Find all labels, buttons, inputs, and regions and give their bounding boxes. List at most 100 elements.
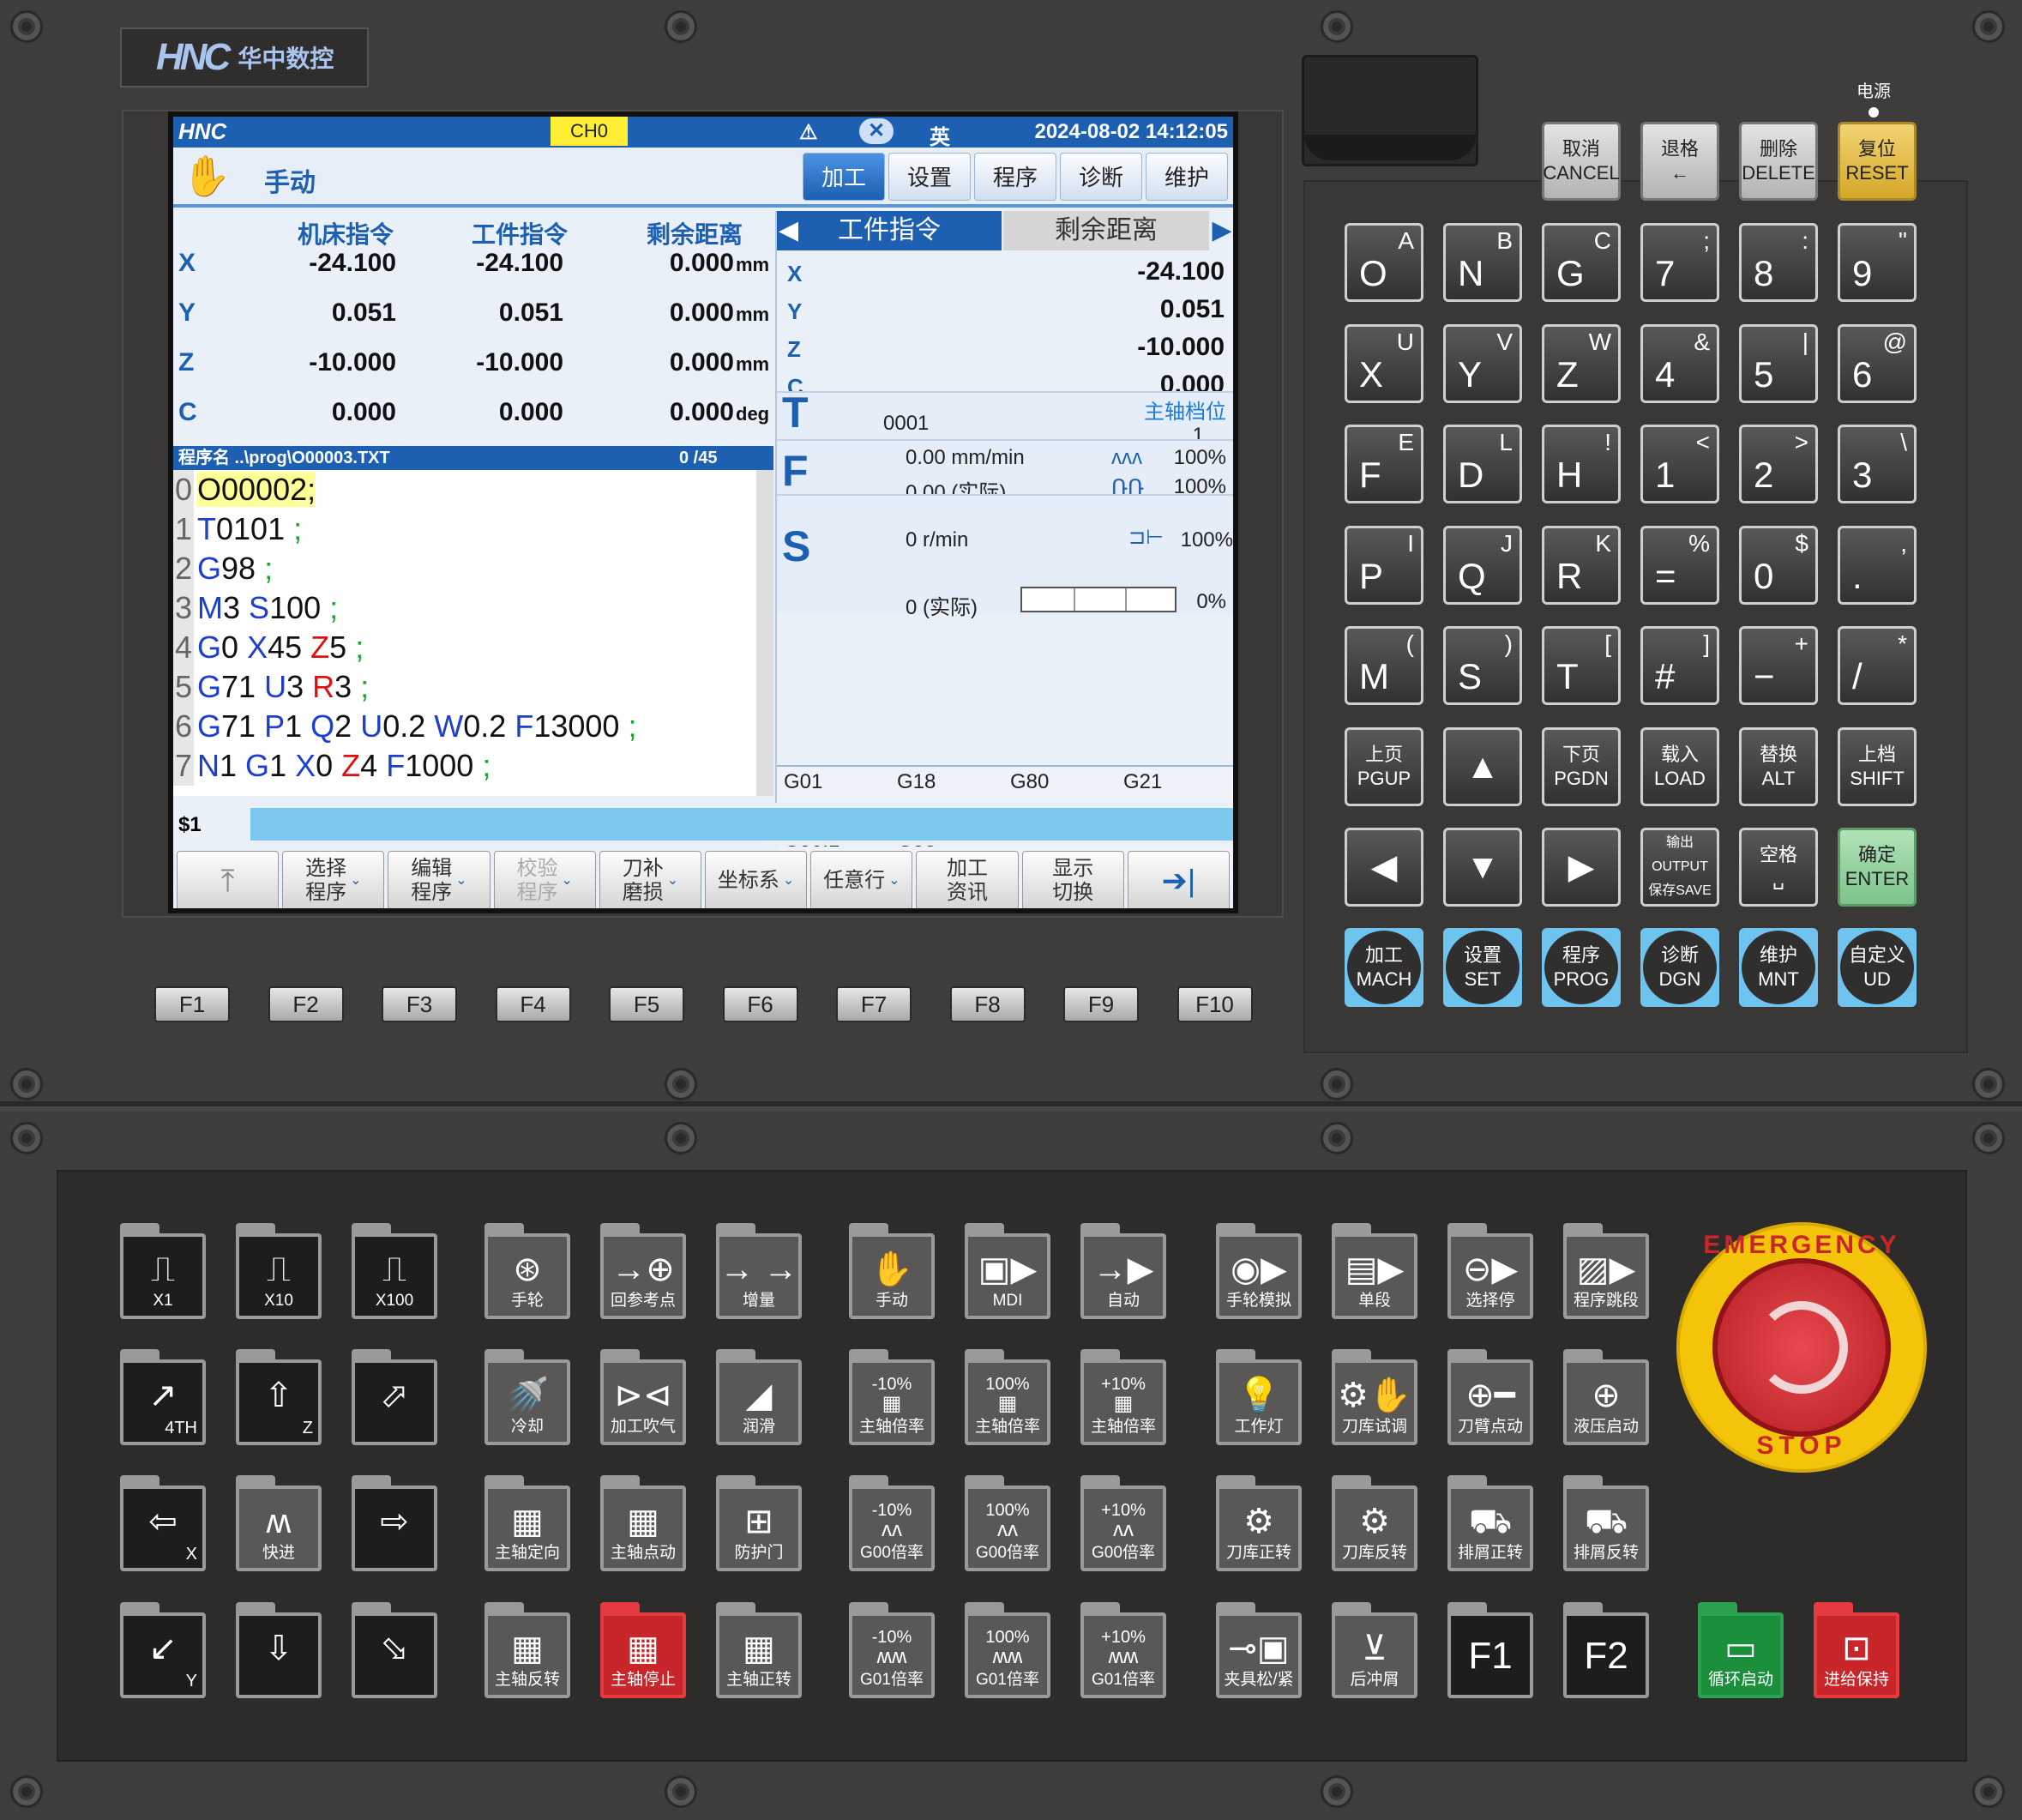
key-N[interactable]: NB [1443,223,1522,302]
key-O[interactable]: OA [1345,223,1423,302]
panel-key-2-9[interactable]: ⚙ 刀库正转 [1216,1475,1302,1571]
panel-key-0-12[interactable]: ▨▶ 程序跳段 [1563,1223,1649,1319]
tab-0[interactable]: 加工 [803,153,885,201]
panel-key-2-11[interactable]: ⛟ 排屑正转 [1447,1475,1533,1571]
panel-key-2-12[interactable]: ⛟ 排屑反转 [1563,1475,1649,1571]
panel-key-2-4[interactable]: ▦ 主轴点动 [600,1475,686,1571]
panel-key-0-9[interactable]: ◉▶ 手轮模拟 [1216,1223,1302,1319]
softkey-8[interactable]: 加工 资讯 [916,851,1019,908]
panel-key-3-4[interactable]: ▦ 主轴停止 [600,1602,686,1698]
fkey-F8[interactable]: F8 [949,986,1026,1022]
key-4[interactable]: 4 & [1640,323,1719,403]
key-−[interactable]: − + [1739,626,1818,705]
language-indicator[interactable]: 英 [930,120,950,150]
panel-key-0-0[interactable]: ⎍ X1 [120,1223,206,1319]
key-H[interactable]: H! [1542,425,1621,503]
softkey-2[interactable]: 选择 程序 ⌄ [282,851,385,908]
key-.[interactable]: ., [1838,525,1917,605]
fkey-F3[interactable]: F3 [382,986,457,1022]
key-1[interactable]: 1 < [1640,425,1719,503]
panel-key-1-6[interactable]: -10% ▦ 主轴倍率 [849,1349,935,1445]
nav-key-10[interactable]: 空格 ␣ [1739,828,1818,907]
fkey-F10[interactable]: F10 [1176,986,1253,1022]
panel-key-3-8[interactable]: +10% ʍʍ G01倍率 [1080,1602,1166,1698]
panel-key-0-8[interactable]: →▶ 自动 [1080,1223,1166,1319]
nav-key-6[interactable]: ◀ [1345,828,1423,907]
key-P[interactable]: PI [1345,525,1423,605]
command-input[interactable] [250,808,1233,841]
key-8[interactable]: 8: [1739,223,1818,302]
key-Q[interactable]: QJ [1443,525,1522,605]
key-X[interactable]: XU [1345,323,1423,403]
key-#[interactable]: #] [1640,626,1719,705]
panel-key-3-7[interactable]: 100% ʍʍ G01倍率 [965,1602,1050,1698]
panel-key-0-6[interactable]: ✋ 手动 [849,1223,935,1319]
nav-key-9[interactable]: 输出OUTPUT 保存SAVE [1640,828,1719,907]
key-2[interactable]: 2 > [1739,425,1818,503]
nav-key-8[interactable]: ▶ [1542,828,1621,907]
panel-key-2-0[interactable]: ⇦ X [120,1475,206,1571]
tab-1[interactable]: 设置 [888,153,971,201]
fkey-F2[interactable]: F2 [268,986,344,1022]
key-0[interactable]: 0 $ [1739,525,1818,605]
panel-key-3-3[interactable]: ▦ 主轴反转 [484,1602,570,1698]
mode-key-mnt[interactable]: 维护 MNT [1739,928,1818,1007]
panel-key-1-12[interactable]: ⊕ 液压启动 [1563,1349,1649,1445]
code-line[interactable]: 2 G98 ; [173,549,756,588]
code-line[interactable]: 4 G0 X45 Z5 ; [173,628,756,667]
key-reset[interactable]: 复位 RESET [1838,122,1917,201]
softkey-5[interactable]: 刀补 磨损 ⌄ [599,851,702,908]
panel-key-3-5[interactable]: ▦ 主轴正转 [716,1602,802,1698]
panel-key-2-2[interactable]: ⇨ [352,1475,437,1571]
tab-3[interactable]: 诊断 [1060,153,1142,201]
fkey-F1[interactable]: F1 [154,986,230,1022]
panel-key-3-0[interactable]: ↙ Y [120,1602,206,1698]
key-3[interactable]: 3 \ [1838,425,1917,503]
panel-key-0-1[interactable]: ⎍ X10 [236,1223,322,1319]
key-7[interactable]: 7; [1640,223,1719,302]
panel-key-2-10[interactable]: ⚙ 刀库反转 [1332,1475,1417,1571]
panel-key-0-7[interactable]: ▣▶ MDI [965,1223,1050,1319]
panel-key-3-2[interactable]: ⬂ [352,1602,437,1698]
tab-2[interactable]: 程序 [974,153,1056,201]
fkey-F9[interactable]: F9 [1063,986,1139,1022]
tab-4[interactable]: 维护 [1146,153,1228,201]
program-editor[interactable]: 0 O00002; 1 T0101 ; 2 G98 ; 3 M3 S100 ; 4 G0 X45 … [173,470,756,796]
panel-key-1-7[interactable]: 100% ▦ 主轴倍率 [965,1349,1050,1445]
mode-key-set[interactable]: 设置 SET [1443,928,1522,1007]
panel-key-1-1[interactable]: ⇧ Z [236,1349,322,1445]
key-F[interactable]: FE [1345,425,1423,503]
nav-key-4[interactable]: 替换 ALT [1739,727,1818,806]
nav-key-5[interactable]: 上档 SHIFT [1838,727,1917,806]
panel-key-0-5[interactable]: → → 增量 [716,1223,802,1319]
panel-key-3-10[interactable]: ⊻ 后冲屑 [1332,1602,1417,1698]
editor-scrollbar[interactable] [756,470,773,796]
key-Y[interactable]: YV [1443,323,1522,403]
softkey-6[interactable]: 坐标系 ⌄ [705,851,808,908]
key-/[interactable]: / * [1838,626,1917,705]
fkey-F4[interactable]: F4 [495,986,571,1022]
panel-key-3-9[interactable]: ⊸▣ 夹具松/紧 [1216,1602,1302,1698]
key-9[interactable]: 9 " [1838,223,1917,302]
fkey-F5[interactable]: F5 [609,986,684,1022]
panel-key-0-2[interactable]: ⎍ X100 [352,1223,437,1319]
nav-key-2[interactable]: 下页 PGDN [1542,727,1621,806]
softkey-10[interactable]: ➔| [1127,851,1231,908]
panel-key-3-1[interactable]: ⇩ [236,1602,322,1698]
panel-key-0-10[interactable]: ▤▶ 单段 [1332,1223,1417,1319]
mode-key-ud[interactable]: 自定义 UD [1838,928,1917,1007]
cycle-start-button[interactable]: ▭ 循环启动 [1698,1602,1784,1698]
panel-key-2-1[interactable]: ʍ 快进 [236,1475,322,1571]
nav-key-0[interactable]: 上页 PGUP [1345,727,1423,806]
panel-key-2-6[interactable]: -10% ʌʌ G00倍率 [849,1475,935,1571]
panel-key-3-12[interactable]: F2 [1563,1602,1649,1698]
mode-key-mach[interactable]: 加工 MACH [1345,928,1423,1007]
key-Z[interactable]: ZW [1542,323,1621,403]
panel-key-0-11[interactable]: ⊖▶ 选择停 [1447,1223,1533,1319]
code-line[interactable]: 6 G71 P1 Q2 U0.2 W0.2 F13000 ; [173,707,756,746]
fkey-F7[interactable]: F7 [836,986,912,1022]
key-6[interactable]: 6 @ [1838,323,1917,403]
panel-key-1-9[interactable]: 💡 工作灯 [1216,1349,1302,1445]
panel-key-1-3[interactable]: 🚿 冷却 [484,1349,570,1445]
mode-key-prog[interactable]: 程序 PROG [1542,928,1621,1007]
